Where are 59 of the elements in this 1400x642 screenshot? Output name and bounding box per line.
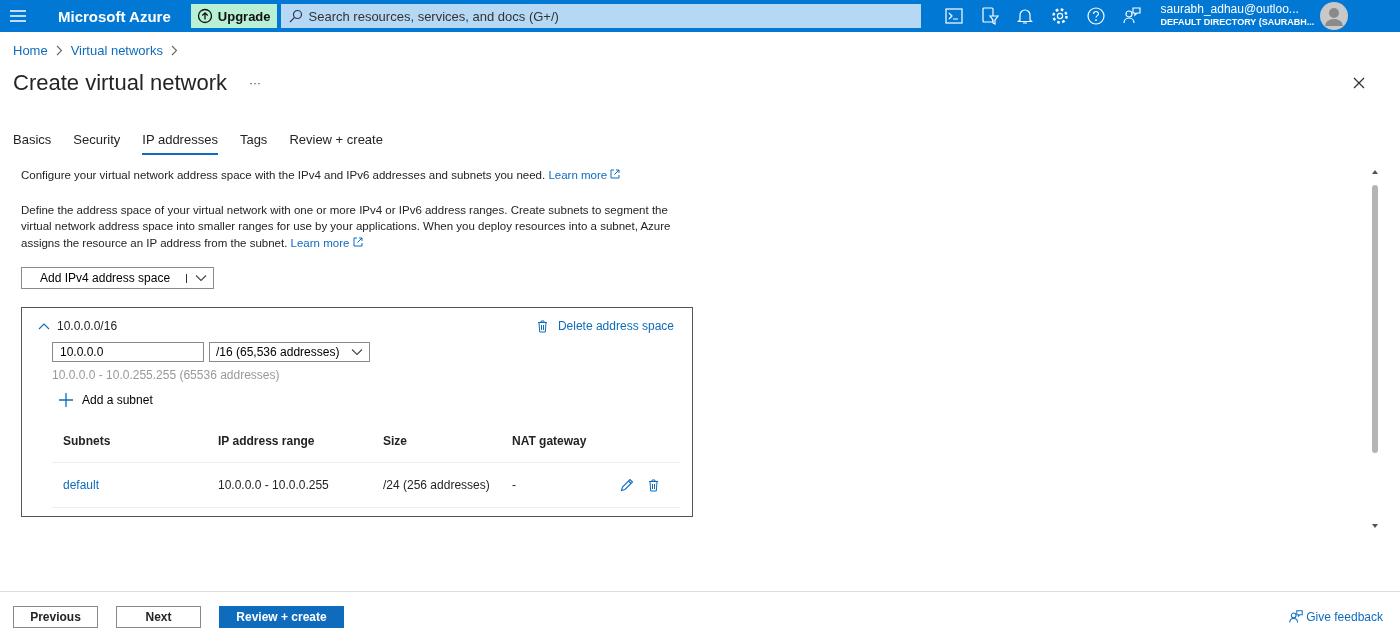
learn-more-link[interactable]: Learn more [548,169,621,181]
tab[interactable]: Review + create [289,128,383,155]
more-button[interactable]: ··· [243,75,267,91]
subnet-link[interactable]: default [63,478,218,492]
next-button[interactable]: Next [116,606,201,628]
address-input[interactable]: 10.0.0.0 [52,342,204,362]
account-name[interactable]: saurabh_adhau@outloo... [1160,3,1315,16]
description-text: Define the address space of your virtual network with one or more IPv4 or IPv6 address ranges. Create subnets to segment the virtual network address space into smaller ranges for use by your applications. When you deploy resources into a subnet, Azure assigns the resource an IP address from the subnet. Learn more [21,202,672,251]
table-cell-text: - [512,478,517,492]
chevron-right-icon [170,44,178,56]
feedback-icon [1289,610,1304,624]
upgrade-button[interactable]: Upgrade [190,4,277,28]
column-header: Subnets [63,434,112,448]
filter-icon[interactable] [980,7,999,25]
add-subnet-button[interactable]: Add a subnet [58,392,153,408]
portal-brand[interactable]: Microsoft Azure [58,7,171,25]
delete-address-space-link[interactable]: Delete address space [530,318,680,334]
prefix-dropdown[interactable]: /16 (65,536 addresses) [209,342,371,362]
page-title: Create virtual network [13,70,227,96]
tab[interactable]: Security [73,128,121,155]
intro-text: Configure your virtual network address space with the IPv4 and IPv6 addresses and subnets you need. Learn more [21,167,701,184]
address-space-title: 10.0.0.0/16 [57,319,118,333]
chevron-down-icon [351,348,364,356]
chevron-right-icon [55,44,63,56]
column-header: NAT gateway [512,434,588,448]
search-icon [288,9,303,23]
breadcrumb-link[interactable]: Virtual networks [70,42,163,58]
address-range-text: 10.0.0.0 - 10.0.255.255 (65536 addresses) [52,368,281,382]
learn-more-link[interactable]: Learn more [290,236,363,249]
chevron-down-icon [195,274,207,282]
review-create-button[interactable]: Review + create [219,606,344,628]
add-address-space-dropdown[interactable]: Add IPv4 address space [21,267,214,289]
delete-icon[interactable] [648,478,659,492]
plus-icon [58,392,74,408]
give-feedback-link[interactable]: Give feedback [1289,610,1383,624]
avatar-icon[interactable] [1320,2,1349,30]
column-header: IP address range [218,434,316,448]
tab[interactable]: Tags [239,128,268,155]
directory-name[interactable]: DEFAULT DIRECTORY (SAURABH... [1160,16,1315,29]
help-icon[interactable] [1086,7,1105,25]
table-cell-text: /24 (256 addresses) [383,478,491,492]
collapse-caret-icon[interactable] [38,322,50,330]
close-icon[interactable] [1353,77,1365,89]
column-header: Size [383,434,408,448]
terminal-icon[interactable] [944,8,963,24]
external-link-icon [610,169,621,179]
settings-icon[interactable] [1050,7,1069,25]
previous-button[interactable]: Previous [13,606,98,628]
tab[interactable]: Basics [13,128,52,155]
trash-icon [536,319,548,333]
tab[interactable]: IP addresses [142,128,218,155]
menu-icon[interactable] [10,10,26,22]
table-cell-text: 10.0.0.0 - 10.0.0.255 [218,478,330,492]
edit-icon[interactable] [620,478,634,492]
breadcrumb-link[interactable]: Home [13,42,48,58]
bell-icon[interactable] [1016,7,1033,25]
feedback-icon[interactable] [1122,7,1141,25]
external-link-icon [352,236,363,247]
search-field[interactable]: Search resources, services, and docs (G+/) [280,4,921,28]
